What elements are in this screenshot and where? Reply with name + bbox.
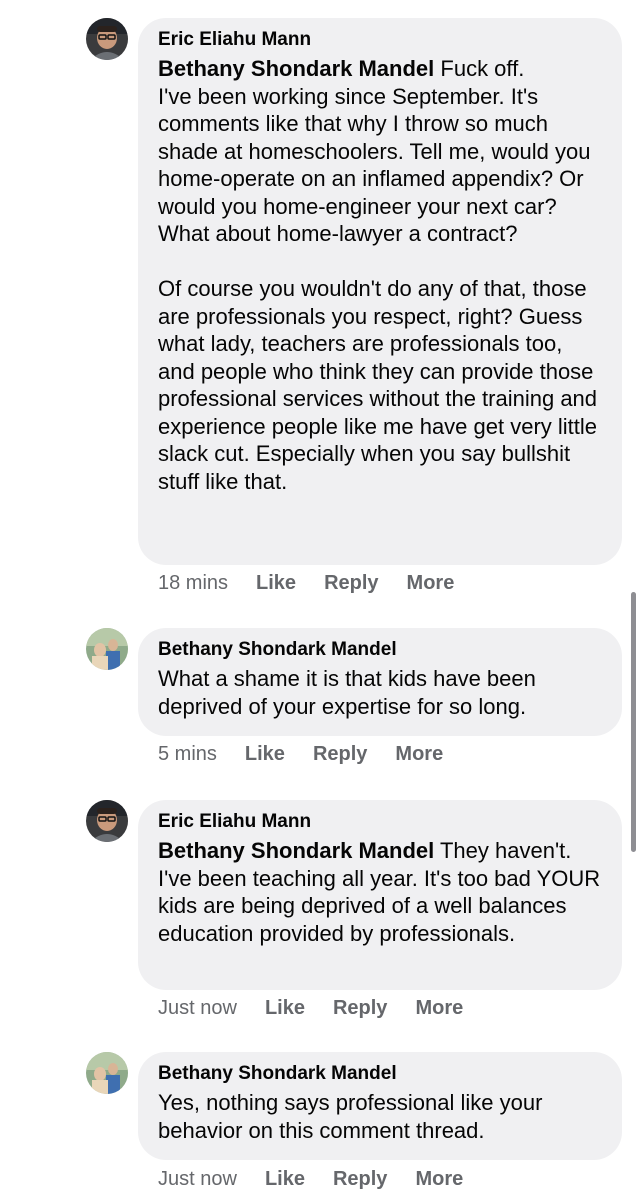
avatar-eric[interactable] <box>86 18 128 60</box>
comment-bubble: Eric Eliahu Mann Bethany Shondark Mandel… <box>138 800 622 990</box>
comment-time[interactable]: Just now <box>158 997 237 1020</box>
comment-text: What a shame it is that kids have been d… <box>158 665 602 720</box>
reply-button[interactable]: Reply <box>333 1168 387 1191</box>
comment-actions: 18 mins Like Reply More <box>158 572 482 595</box>
like-button[interactable]: Like <box>265 1168 305 1191</box>
comment-bubble: Bethany Shondark Mandel What a shame it … <box>138 628 622 736</box>
comment-time[interactable]: 5 mins <box>158 743 217 766</box>
comment-text: Yes, nothing says professional like your… <box>158 1089 602 1144</box>
reply-button[interactable]: Reply <box>324 572 378 595</box>
comment-author[interactable]: Bethany Shondark Mandel <box>158 638 602 662</box>
mention-link[interactable]: Bethany Shondark Mandel <box>158 56 434 81</box>
like-button[interactable]: Like <box>265 997 305 1020</box>
more-button[interactable]: More <box>415 997 463 1020</box>
comment-body: Fuck off. I've been working since Septem… <box>158 56 598 494</box>
reply-button[interactable]: Reply <box>333 997 387 1020</box>
comment-bubble: Eric Eliahu Mann Bethany Shondark Mandel… <box>138 18 622 565</box>
like-button[interactable]: Like <box>256 572 296 595</box>
avatar-bethany[interactable] <box>86 1052 128 1094</box>
comment-time[interactable]: 18 mins <box>158 572 228 595</box>
more-button[interactable]: More <box>407 572 455 595</box>
comment-body: Yes, nothing says professional like your… <box>158 1090 543 1143</box>
reply-button[interactable]: Reply <box>313 743 367 766</box>
avatar-eric[interactable] <box>86 800 128 842</box>
comment-author[interactable]: Eric Eliahu Mann <box>158 28 602 52</box>
comment-author[interactable]: Bethany Shondark Mandel <box>158 1062 602 1086</box>
comment-author[interactable]: Eric Eliahu Mann <box>158 810 602 834</box>
comment-bubble: Bethany Shondark Mandel Yes, nothing say… <box>138 1052 622 1160</box>
comment-actions: 5 mins Like Reply More <box>158 743 471 766</box>
more-button[interactable]: More <box>395 743 443 766</box>
like-button[interactable]: Like <box>245 743 285 766</box>
comment-body: What a shame it is that kids have been d… <box>158 666 536 719</box>
comment-text: Bethany Shondark Mandel They haven't. I'… <box>158 837 602 947</box>
comment-time[interactable]: Just now <box>158 1168 237 1191</box>
comment-actions: Just now Like Reply More <box>158 997 491 1020</box>
avatar-bethany[interactable] <box>86 628 128 670</box>
mention-link[interactable]: Bethany Shondark Mandel <box>158 838 434 863</box>
comment-actions: Just now Like Reply More <box>158 1168 491 1191</box>
comment-text: Bethany Shondark Mandel Fuck off. I've b… <box>158 55 602 495</box>
scrollbar[interactable] <box>631 592 636 852</box>
more-button[interactable]: More <box>415 1168 463 1191</box>
